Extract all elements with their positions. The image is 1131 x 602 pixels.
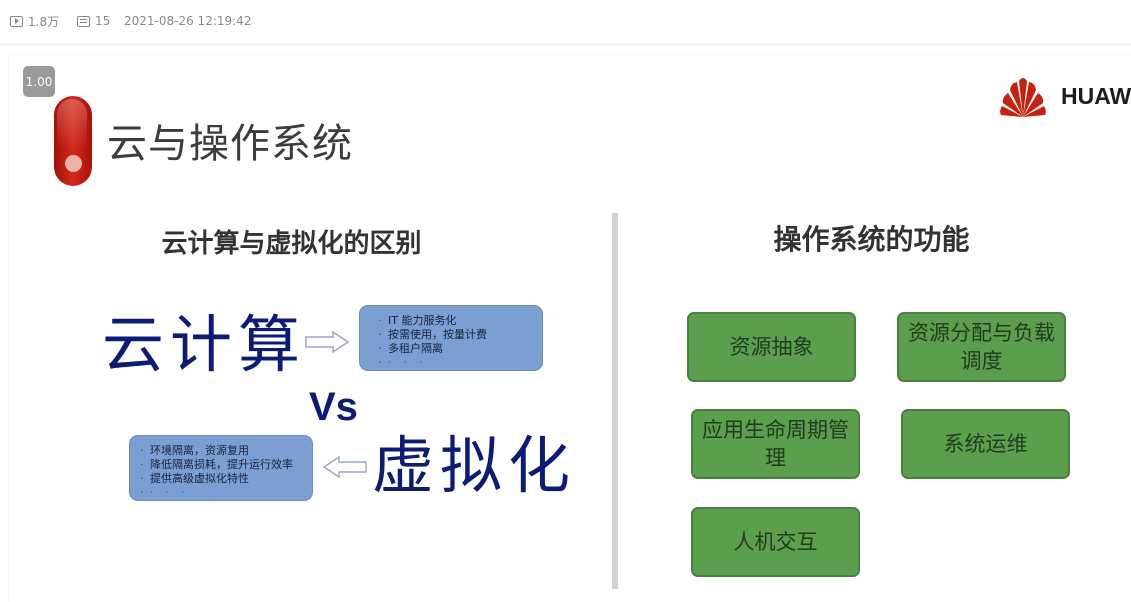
slide: 1.00 云与操作系统 HUAW 云计算与虚拟化的区别 操作系统的功能 云计算 … bbox=[9, 55, 1131, 602]
os-function-box: 资源抽象 bbox=[687, 312, 856, 382]
os-function-box: 人机交互 bbox=[691, 507, 860, 577]
cloud-point: 按需使用，按量计费 bbox=[376, 328, 532, 342]
os-function-box: 应用生命周期管理 bbox=[691, 409, 860, 479]
os-function-box: 系统运维 bbox=[901, 409, 1070, 479]
pill-dot bbox=[65, 155, 82, 172]
logo-text: HUAW bbox=[1061, 82, 1131, 109]
danmaku-count-text: 15 bbox=[95, 14, 111, 28]
publish-datetime: 2021-08-26 12:19:42 bbox=[124, 12, 251, 30]
huawei-logo: HUAW bbox=[993, 71, 1131, 121]
slide-title: 云与操作系统 bbox=[107, 121, 353, 167]
cloud-point: IT 能力服务化 bbox=[376, 314, 532, 328]
versus-label: Vs bbox=[309, 385, 358, 429]
virt-point-more: · · · bbox=[138, 486, 302, 500]
virtualization-points: 环境隔离，资源复用 降低隔离损耗，提升运行效率 提供高级虚拟化特性 · · · bbox=[129, 435, 313, 501]
os-function-box: 资源分配与负载调度 bbox=[897, 312, 1066, 382]
virt-point: 降低隔离损耗，提升运行效率 bbox=[138, 458, 302, 472]
play-count-icon bbox=[10, 15, 23, 27]
cloud-computing-points: IT 能力服务化 按需使用，按量计费 多租户隔离 · · · bbox=[359, 305, 543, 371]
vertical-divider bbox=[612, 213, 618, 589]
right-arrow-icon bbox=[305, 331, 349, 353]
left-section-heading: 云计算与虚拟化的区别 bbox=[161, 229, 422, 259]
left-arrow-icon bbox=[323, 456, 367, 478]
view-count-text: 1.8万 bbox=[28, 14, 60, 29]
huawei-logo-icon bbox=[1000, 78, 1046, 117]
view-count: 1.8万 bbox=[10, 12, 59, 30]
playback-speed-badge[interactable]: 1.00 bbox=[23, 66, 55, 97]
cloud-point: 多租户隔离 bbox=[376, 342, 532, 356]
virt-point: 环境隔离，资源复用 bbox=[138, 444, 302, 458]
right-section-heading: 操作系统的功能 bbox=[773, 223, 970, 256]
danmaku-icon bbox=[77, 15, 90, 27]
video-meta-bar: 1.8万 15 2021-08-26 12:19:42 bbox=[0, 0, 1131, 45]
virt-point: 提供高级虚拟化特性 bbox=[138, 472, 302, 486]
cloud-computing-label: 云计算 bbox=[102, 308, 307, 381]
cloud-point-more: · · · bbox=[376, 356, 532, 370]
virtualization-label: 虚拟化 bbox=[372, 429, 577, 502]
title-pill-decoration bbox=[54, 96, 92, 186]
publish-datetime-text: 2021-08-26 12:19:42 bbox=[124, 14, 252, 28]
danmaku-count: 15 bbox=[77, 12, 110, 30]
